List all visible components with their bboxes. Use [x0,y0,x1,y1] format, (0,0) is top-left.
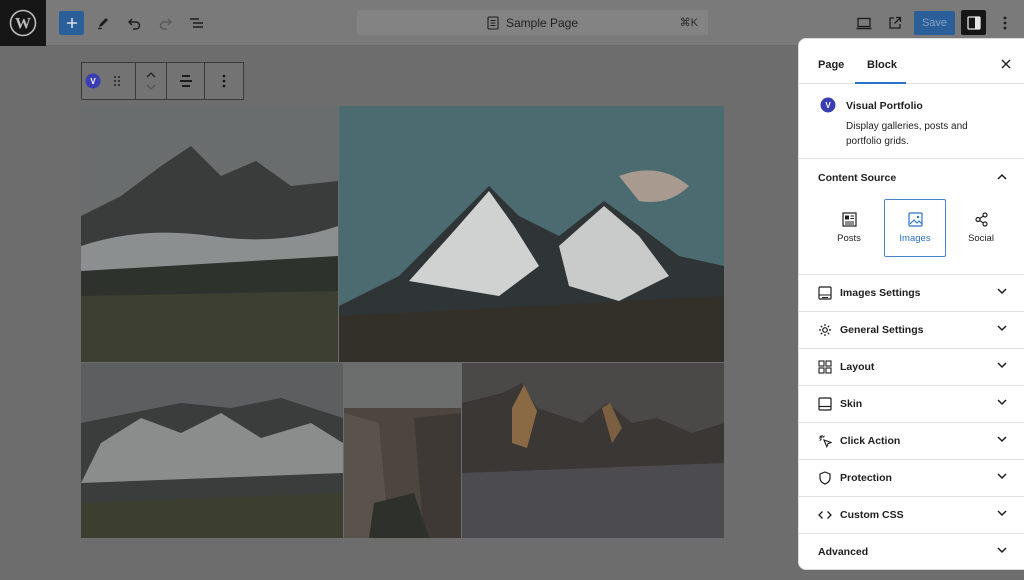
source-option-social[interactable]: Social [950,199,1012,257]
images-settings-icon [818,286,832,300]
sidebar-tabs: Page Block [799,39,1024,84]
source-option-label: Images [899,233,931,244]
list-view-icon[interactable] [185,11,209,35]
section-protection[interactable]: Protection [799,459,1024,496]
section-layout[interactable]: Layout [799,348,1024,385]
images-icon [907,212,923,227]
svg-text:V: V [825,101,831,110]
source-option-label: Social [968,233,994,244]
source-option-images[interactable]: Images [884,199,946,257]
add-block-button[interactable] [59,11,84,35]
document-title-bar[interactable]: Sample Page ⌘K [357,10,708,35]
move-up-down-control[interactable] [136,63,167,99]
skin-icon [818,397,832,411]
block-type-switcher[interactable]: V [82,63,136,99]
document-title: Sample Page [505,15,579,30]
gallery-image-2[interactable] [339,106,724,362]
section-label: Click Action [840,435,901,447]
visual-portfolio-icon: V [820,97,836,113]
gallery-image-4[interactable] [344,363,461,538]
section-label: General Settings [840,324,924,336]
gallery-image-3[interactable] [81,363,343,538]
section-general-settings[interactable]: General Settings [799,311,1024,348]
svg-text:W: W [15,16,31,33]
tab-page[interactable]: Page [818,59,844,71]
section-images-settings[interactable]: Images Settings [799,274,1024,311]
section-label: Layout [840,361,875,373]
section-label: Advanced [818,546,869,558]
section-label: Custom CSS [840,509,904,521]
chevron-down-icon[interactable] [997,288,1007,295]
section-label: Images Settings [840,287,921,299]
settings-sidebar-toggle-icon[interactable] [961,10,986,35]
divider [799,158,1024,159]
gallery-image-1[interactable] [81,106,338,362]
chevron-down-icon[interactable] [997,362,1007,369]
active-tab-indicator [855,82,906,84]
chevron-down-icon[interactable] [997,510,1007,517]
layout-icon [818,360,832,374]
tab-block[interactable]: Block [867,59,897,71]
svg-text:V: V [90,77,96,86]
align-control-icon[interactable] [167,63,205,99]
chevron-down-icon[interactable] [997,473,1007,480]
redo-icon[interactable] [153,11,177,35]
block-name: Visual Portfolio [846,100,923,112]
shield-icon [819,471,831,485]
move-down-icon[interactable] [146,84,156,90]
chevron-down-icon[interactable] [997,399,1007,406]
section-label: Skin [840,398,863,410]
move-up-icon[interactable] [146,72,156,78]
section-custom-css[interactable]: Custom CSS [799,496,1024,533]
view-external-icon[interactable] [883,11,907,35]
block-description: Display galleries, posts and portfolio g… [846,121,968,147]
content-source-heading[interactable]: Content Source [818,172,896,184]
section-click-action[interactable]: Click Action [799,422,1024,459]
section-advanced[interactable]: Advanced [799,533,1024,569]
drag-handle-icon[interactable] [113,75,121,87]
chevron-down-icon[interactable] [997,436,1007,443]
chevron-up-icon[interactable] [997,173,1007,180]
block-toolbar: V [81,62,244,100]
undo-icon[interactable] [122,11,146,35]
code-icon [818,511,832,519]
source-option-label: Posts [837,233,861,244]
desktop-preview-icon[interactable] [852,11,876,35]
close-icon[interactable] [1000,58,1012,70]
save-button[interactable]: Save [914,11,955,35]
page-icon [487,15,499,30]
options-menu-icon[interactable] [993,11,1017,35]
posts-icon [841,212,857,227]
pencil-tool-icon[interactable] [91,11,115,35]
portfolio-gallery[interactable] [81,106,724,538]
section-skin[interactable]: Skin [799,385,1024,422]
block-options-icon[interactable] [205,63,243,99]
gear-icon [819,324,831,336]
settings-sidebar: Page Block V Visual Portfolio Display ga… [798,38,1024,570]
section-label: Protection [840,472,892,484]
command-shortcut: ⌘K [679,17,698,29]
gallery-image-5[interactable] [462,363,724,538]
chevron-down-icon[interactable] [997,547,1007,554]
click-icon [819,435,832,448]
share-icon [974,212,988,227]
source-option-posts[interactable]: Posts [818,199,880,257]
chevron-down-icon[interactable] [997,325,1007,332]
visual-portfolio-block-icon: V [85,73,100,89]
wordpress-logo-icon[interactable]: W [0,0,46,46]
